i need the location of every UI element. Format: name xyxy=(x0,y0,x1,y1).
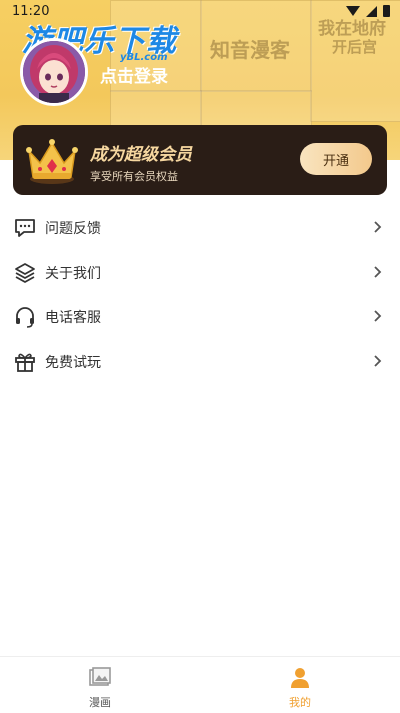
login-link[interactable]: 点击登录 xyxy=(100,62,168,87)
chevron-right-icon xyxy=(374,221,382,233)
menu-item-free-trial[interactable]: 免费试玩 xyxy=(0,339,400,384)
bottom-tab-bar: 漫画 我的 xyxy=(0,656,400,713)
person-icon xyxy=(291,668,309,688)
menu-label: 免费试玩 xyxy=(45,354,101,371)
avatar[interactable] xyxy=(20,38,88,106)
tab-label: 漫画 xyxy=(89,696,111,709)
tab-comics[interactable]: 漫画 xyxy=(0,657,200,713)
vip-subtitle: 享受所有会员权益 xyxy=(90,170,178,183)
status-icons xyxy=(346,5,390,17)
vip-title: 成为超级会员 xyxy=(90,145,192,165)
chevron-right-icon xyxy=(374,354,382,367)
battery-icon xyxy=(383,5,390,17)
layers-icon xyxy=(15,262,35,283)
vip-banner[interactable]: 成为超级会员 享受所有会员权益 开通 xyxy=(13,125,387,195)
menu-label: 电话客服 xyxy=(45,310,101,326)
chevron-right-icon xyxy=(374,265,382,278)
menu-label: 关于我们 xyxy=(45,265,101,282)
open-vip-button[interactable]: 开通 xyxy=(300,143,372,175)
header-bg-text: 开后宫 xyxy=(332,38,378,56)
tab-label: 我的 xyxy=(289,696,311,709)
menu-label: 问题反馈 xyxy=(45,221,101,237)
headset-icon xyxy=(16,307,34,328)
tab-mine[interactable]: 我的 xyxy=(200,657,400,713)
chevron-right-icon xyxy=(374,310,382,322)
header-bg-text: 知音漫客 xyxy=(210,38,290,62)
wifi-icon xyxy=(346,6,360,16)
menu-item-phone-support[interactable]: 电话客服 xyxy=(0,294,400,339)
signal-icon xyxy=(366,5,377,17)
avatar-image xyxy=(23,41,85,103)
menu-item-about[interactable]: 关于我们 xyxy=(0,250,400,295)
settings-menu: 问题反馈 关于我们 电话客服 免费试玩 xyxy=(0,205,400,383)
gift-icon xyxy=(15,353,35,372)
comic-icon xyxy=(89,667,111,686)
menu-item-feedback[interactable]: 问题反馈 xyxy=(0,205,400,250)
crown-icon xyxy=(26,139,78,184)
message-icon xyxy=(15,219,35,237)
